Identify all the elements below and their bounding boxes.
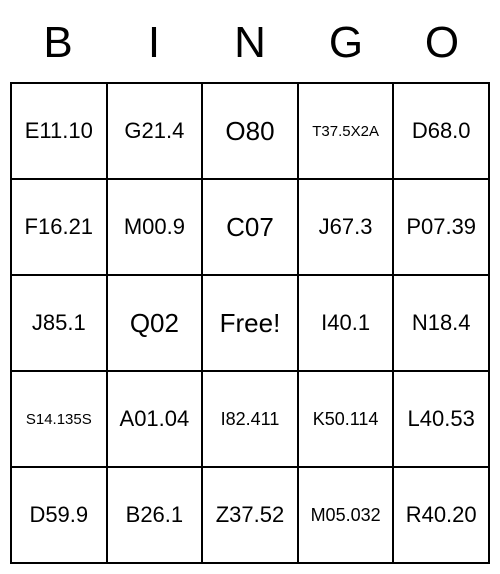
bingo-cell[interactable]: R40.20 (393, 467, 489, 563)
bingo-cell[interactable]: S14.135S (11, 371, 107, 467)
bingo-cell[interactable]: K50.114 (298, 371, 394, 467)
bingo-cell[interactable]: E11.10 (11, 83, 107, 179)
bingo-cell[interactable]: M00.9 (107, 179, 203, 275)
bingo-cell[interactable]: C07 (202, 179, 298, 275)
bingo-cell[interactable]: M05.032 (298, 467, 394, 563)
bingo-cell[interactable]: I40.1 (298, 275, 394, 371)
header-o: O (394, 10, 490, 80)
bingo-cell[interactable]: I82.411 (202, 371, 298, 467)
bingo-cell[interactable]: F16.21 (11, 179, 107, 275)
bingo-cell[interactable]: T37.5X2A (298, 83, 394, 179)
header-b: B (10, 10, 106, 80)
bingo-cell[interactable]: O80 (202, 83, 298, 179)
bingo-cell[interactable]: D68.0 (393, 83, 489, 179)
header-n: N (202, 10, 298, 80)
bingo-cell-free[interactable]: Free! (202, 275, 298, 371)
bingo-cell[interactable]: Q02 (107, 275, 203, 371)
header-g: G (298, 10, 394, 80)
bingo-cell[interactable]: D59.9 (11, 467, 107, 563)
bingo-cell[interactable]: J67.3 (298, 179, 394, 275)
bingo-cell[interactable]: B26.1 (107, 467, 203, 563)
bingo-cell[interactable]: P07.39 (393, 179, 489, 275)
bingo-cell[interactable]: N18.4 (393, 275, 489, 371)
bingo-cell[interactable]: J85.1 (11, 275, 107, 371)
header-i: I (106, 10, 202, 80)
bingo-grid: E11.10 G21.4 O80 T37.5X2A D68.0 F16.21 M… (10, 82, 490, 564)
bingo-cell[interactable]: L40.53 (393, 371, 489, 467)
bingo-card: B I N G O E11.10 G21.4 O80 T37.5X2A D68.… (10, 10, 490, 564)
bingo-cell[interactable]: Z37.52 (202, 467, 298, 563)
bingo-cell[interactable]: G21.4 (107, 83, 203, 179)
bingo-header-row: B I N G O (10, 10, 490, 80)
bingo-cell[interactable]: A01.04 (107, 371, 203, 467)
